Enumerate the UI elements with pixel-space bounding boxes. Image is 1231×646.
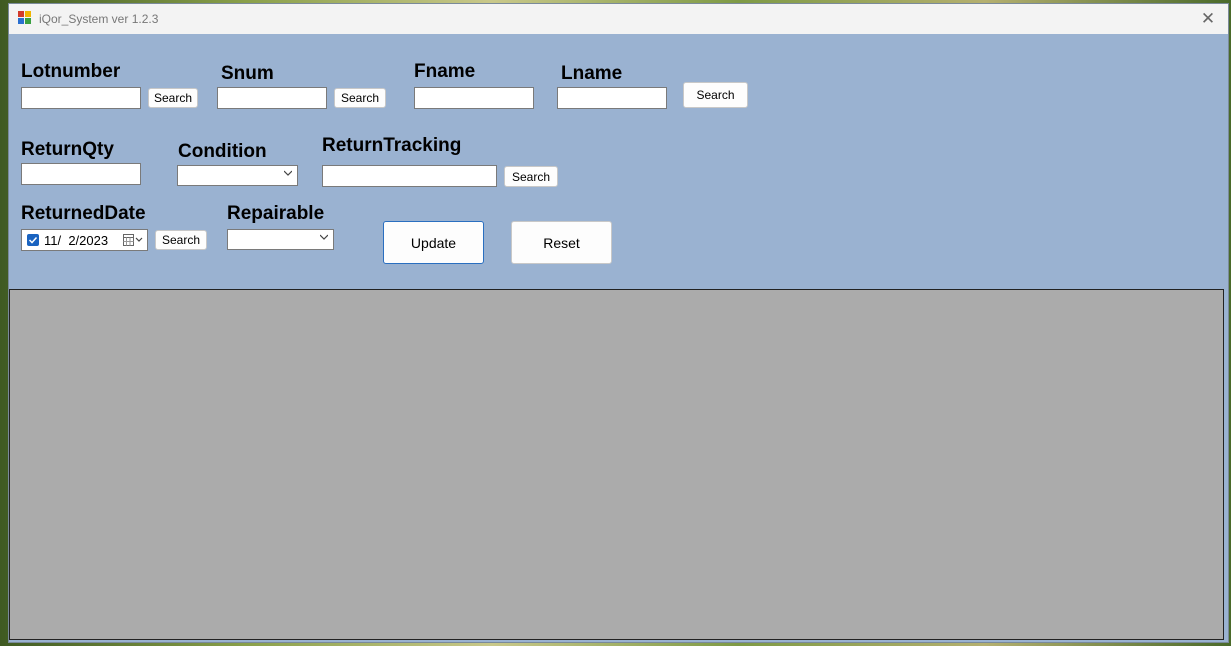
- returntracking-search-button[interactable]: Search: [504, 166, 558, 187]
- returneddate-picker[interactable]: 11/ 2/2023: [21, 229, 148, 251]
- window-title: iQor_System ver 1.2.3: [39, 12, 159, 26]
- condition-dropdown[interactable]: [177, 165, 298, 186]
- returneddate-label: ReturnedDate: [21, 203, 146, 224]
- reset-button[interactable]: Reset: [511, 221, 612, 264]
- lname-label: Lname: [561, 63, 623, 84]
- title-bar: iQor_System ver 1.2.3 ✕: [9, 4, 1228, 34]
- repairable-dropdown[interactable]: [227, 229, 334, 250]
- fname-input[interactable]: [414, 87, 534, 109]
- chevron-down-icon: [320, 234, 328, 240]
- returneddate-value: 11/ 2/2023: [44, 233, 109, 248]
- returnqty-input[interactable]: [21, 163, 141, 185]
- returneddate-search-button[interactable]: Search: [155, 230, 207, 250]
- lotnumber-input[interactable]: [21, 87, 141, 109]
- chevron-down-icon: [284, 170, 292, 176]
- condition-label: Condition: [178, 141, 267, 162]
- date-enabled-checkbox[interactable]: [27, 234, 39, 246]
- returntracking-input[interactable]: [322, 165, 497, 187]
- checkmark-icon: [28, 236, 38, 244]
- update-button[interactable]: Update: [383, 221, 484, 264]
- results-grid[interactable]: [9, 289, 1224, 640]
- lname-input[interactable]: [557, 87, 667, 109]
- lotnumber-label: Lotnumber: [21, 61, 121, 82]
- repairable-label: Repairable: [227, 203, 325, 224]
- returnqty-label: ReturnQty: [21, 139, 114, 160]
- snum-input[interactable]: [217, 87, 327, 109]
- calendar-icon[interactable]: [123, 234, 143, 246]
- close-icon[interactable]: ✕: [1188, 4, 1228, 34]
- snum-label: Snum: [221, 63, 274, 84]
- app-icon: [18, 11, 32, 25]
- snum-search-button[interactable]: Search: [334, 88, 386, 108]
- lotnumber-search-button[interactable]: Search: [148, 88, 198, 108]
- app-window: iQor_System ver 1.2.3 ✕ Lotnumber Search…: [8, 3, 1229, 643]
- name-search-button[interactable]: Search: [683, 82, 748, 108]
- returntracking-label: ReturnTracking: [322, 135, 462, 156]
- fname-label: Fname: [414, 61, 476, 82]
